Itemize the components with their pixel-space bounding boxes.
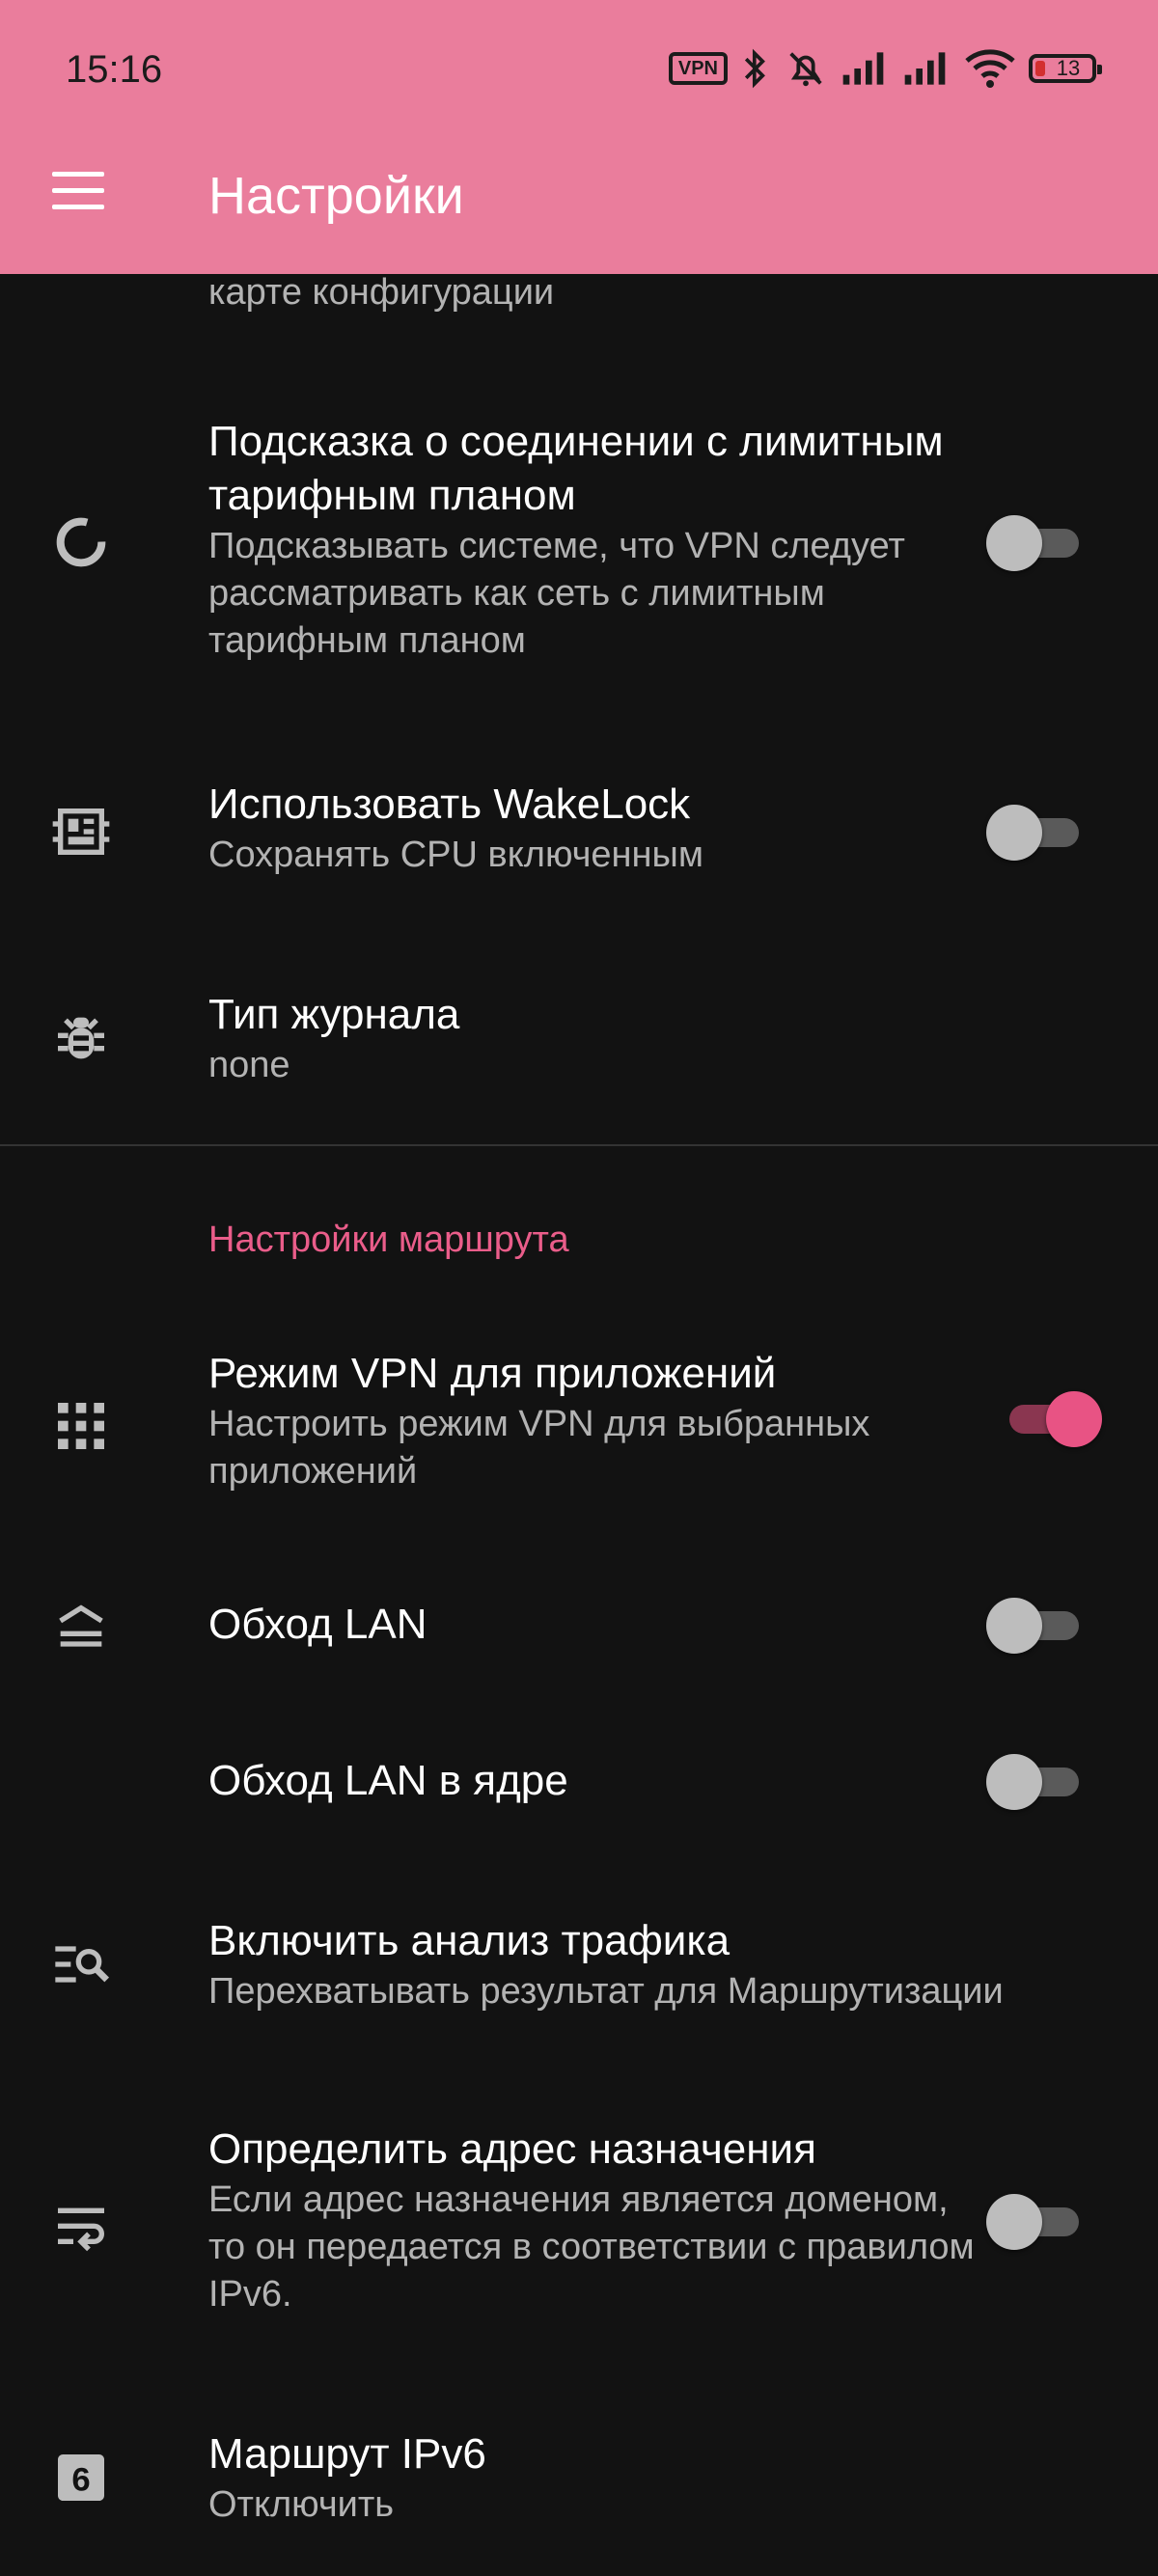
signal-icon-1 xyxy=(842,52,884,85)
divider xyxy=(0,1144,1158,1146)
app-bar: 15:16 VPN 13 Настройки xyxy=(0,0,1158,274)
menu-button[interactable] xyxy=(52,172,110,218)
status-time: 15:16 xyxy=(66,48,163,91)
section-header: Настройки маршрута xyxy=(208,1219,569,1260)
bypass-lan-setting[interactable]: Обход LAN xyxy=(0,1598,1158,1659)
battery-icon: 13 xyxy=(1029,54,1102,83)
setting-subtitle: none xyxy=(208,1045,290,1085)
setting-subtitle: Настроить режим VPN для выбранных прилож… xyxy=(208,1404,870,1492)
bypass-lan-core-setting[interactable]: Обход LAN в ядре xyxy=(0,1754,1158,1816)
page-title: Настройки xyxy=(208,167,464,225)
chip-icon xyxy=(52,808,110,855)
setting-subtitle: Отключить xyxy=(208,2484,395,2525)
setting-title: Использовать WakeLock xyxy=(208,781,691,828)
bypass-lan-toggle[interactable] xyxy=(986,1598,1081,1654)
wakelock-toggle[interactable] xyxy=(986,805,1081,861)
setting-title: Подсказка о соединении с лимитным тарифн… xyxy=(208,418,944,519)
lan-icon xyxy=(59,1604,103,1647)
log-type-setting[interactable]: Тип журнала none xyxy=(0,988,1158,1094)
vpn-status-icon: VPN xyxy=(668,52,728,85)
progress-icon xyxy=(56,517,106,567)
wrap-text-icon xyxy=(58,2207,104,2252)
setting-subtitle: Если адрес назначения является доменом, … xyxy=(208,2179,975,2315)
signal-icon-2 xyxy=(904,52,946,85)
resolve-destination-toggle[interactable] xyxy=(986,2194,1081,2250)
setting-title: Режим VPN для приложений xyxy=(208,1350,777,1397)
ipv6-route-setting[interactable]: 6 Маршрут IPv6 Отключить xyxy=(0,2427,1158,2534)
partial-subtitle: карте конфигурации xyxy=(208,272,555,313)
wifi-icon xyxy=(965,49,1015,88)
per-app-vpn-toggle[interactable] xyxy=(986,1391,1102,1447)
setting-subtitle: Подсказывать системе, что VPN следует ра… xyxy=(208,526,905,661)
manage-search-icon xyxy=(55,1946,110,1983)
setting-title: Обход LAN в ядре xyxy=(208,1757,568,1804)
setting-subtitle: Перехватывать результат для Маршрутизаци… xyxy=(208,1971,1004,2012)
setting-title: Маршрут IPv6 xyxy=(208,2430,486,2478)
resolve-destination-setting[interactable]: Определить адрес назначения Если адрес н… xyxy=(0,2123,1158,2335)
setting-title: Определить адрес назначения xyxy=(208,2125,816,2173)
traffic-sniffing-setting[interactable]: Включить анализ трафика Перехватывать ре… xyxy=(0,1914,1158,2020)
apps-grid-icon xyxy=(58,1403,104,1449)
bluetooth-icon xyxy=(744,48,765,89)
setting-title: Тип журнала xyxy=(208,991,460,1038)
svg-text:6: 6 xyxy=(71,2461,90,2498)
metered-hint-setting[interactable]: Подсказка о соединении с лимитным тарифн… xyxy=(0,415,1158,685)
setting-title: Обход LAN xyxy=(208,1601,427,1648)
metered-toggle[interactable] xyxy=(986,515,1081,571)
per-app-vpn-setting[interactable]: Режим VPN для приложений Настроить режим… xyxy=(0,1347,1158,1501)
setting-subtitle: Сохранять CPU включенным xyxy=(208,835,703,875)
wakelock-setting[interactable]: Использовать WakeLock Сохранять CPU вклю… xyxy=(0,778,1158,884)
six-icon: 6 xyxy=(58,2454,104,2501)
status-icons: VPN 13 xyxy=(668,44,1102,93)
bypass-lan-core-toggle[interactable] xyxy=(986,1754,1081,1810)
bug-icon xyxy=(58,1017,104,1059)
muted-bell-icon xyxy=(789,52,822,87)
setting-title: Включить анализ трафика xyxy=(208,1917,731,1964)
